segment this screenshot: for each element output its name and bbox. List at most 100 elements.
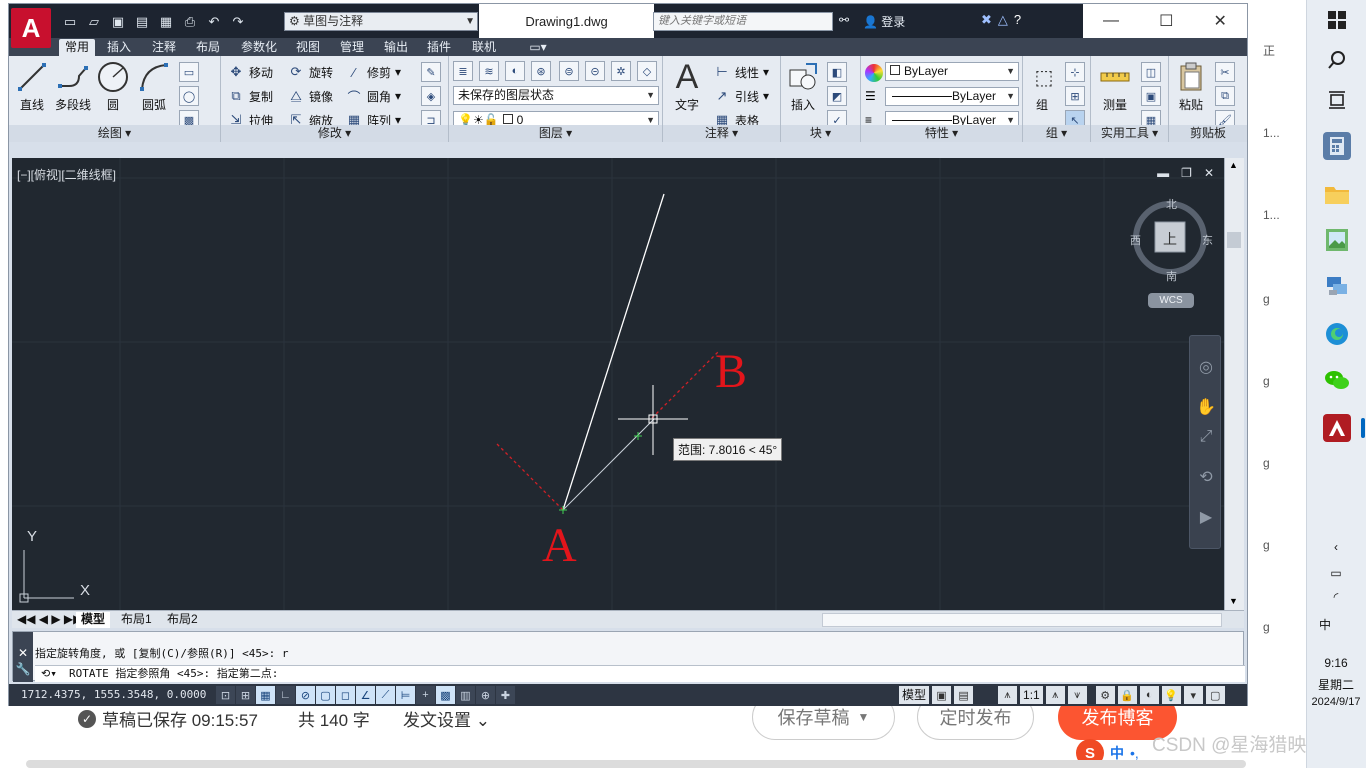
tab-layout1[interactable]: 布局1 [116, 612, 157, 628]
new-file-icon[interactable]: ▭ [59, 12, 81, 32]
close-icon[interactable]: ✕ [1214, 11, 1227, 31]
tab-layout2[interactable]: 布局2 [162, 612, 203, 628]
clean-screen-icon[interactable]: ▢ [1205, 686, 1225, 704]
ortho-mode-icon[interactable]: ∟ [276, 686, 295, 704]
photos-icon[interactable] [1323, 226, 1351, 254]
annotation-scale-value[interactable]: 1:1 [1020, 686, 1043, 704]
viewport-label[interactable]: [−][俯视][二维线框] [17, 166, 116, 183]
color-select[interactable]: ByLayer ▼ [885, 62, 1019, 81]
search-icon[interactable] [1323, 46, 1351, 74]
layer-match-icon[interactable]: ⊛ [531, 61, 551, 81]
cut-icon[interactable]: ✂ [1215, 62, 1235, 82]
login-button[interactable]: 👤 登录 [863, 13, 905, 30]
fillet-button[interactable]: ⌒ 圆角 ▾ [345, 86, 401, 106]
workspace-select[interactable]: ⚙ 草图与注释 ▼ [284, 12, 478, 31]
arc-button[interactable]: 圆弧 [135, 60, 173, 113]
line-button[interactable]: 直线 [13, 60, 51, 113]
redo-icon[interactable]: ↷ [227, 12, 249, 32]
mirror-button[interactable]: ⧋ 镜像 [287, 86, 333, 106]
dynamic-ucs-icon[interactable]: ⟋ [376, 686, 395, 704]
layer-off-icon[interactable]: ◐ [505, 61, 525, 81]
copy-button[interactable]: ⧉ 复制 [227, 86, 273, 106]
orbit-icon[interactable]: ⟲ [1195, 466, 1217, 488]
paste-button[interactable]: 粘贴 [1173, 60, 1209, 113]
trim-button[interactable]: ⁄ 修剪 ▾ [345, 62, 401, 82]
polar-tracking-icon[interactable]: ⊘ [296, 686, 315, 704]
plot-icon[interactable]: ▦ [155, 12, 177, 32]
transparency-icon[interactable]: ▩ [436, 686, 455, 704]
battery-icon[interactable]: ▭ [1306, 566, 1366, 580]
chevron-up-icon[interactable]: ‹ [1306, 540, 1366, 554]
explode-icon[interactable]: ◈ [421, 86, 441, 106]
create-block-icon[interactable]: ◧ [827, 62, 847, 82]
zoom-extents-icon[interactable]: ⤢ [1195, 426, 1217, 448]
command-input[interactable]: ⟲▾ ROTATE 指定参照角 <45>: 指定第二点: [35, 665, 1245, 682]
viewport-close-icon[interactable]: ✕ [1204, 166, 1214, 180]
minimize-icon[interactable]: — [1103, 12, 1119, 30]
scroll-down-icon[interactable]: ▼ [1229, 596, 1238, 606]
steering-wheel-icon[interactable]: ◎ [1195, 356, 1217, 378]
color-wheel-icon[interactable] [865, 64, 883, 82]
panel-block-title[interactable]: 块 ▾ [781, 125, 860, 142]
a360-icon[interactable]: △ [998, 12, 1008, 28]
circle-button[interactable]: 圆 [95, 60, 131, 113]
binoculars-icon[interactable]: ⚯ [839, 13, 849, 27]
application-menu-button[interactable]: A [11, 8, 51, 48]
file-explorer-icon[interactable] [1323, 180, 1351, 208]
polyline-button[interactable]: 多段线 [53, 60, 93, 113]
annotation-visibility-icon[interactable]: ⩚ [1045, 686, 1065, 704]
layer-unisolate-icon[interactable]: ⊝ [585, 61, 605, 81]
clock-time[interactable]: 9:16 [1306, 656, 1366, 670]
compass-east[interactable]: 东 [1202, 232, 1213, 248]
viewport-restore-icon[interactable]: ❐ [1181, 166, 1192, 180]
tab-annotate[interactable]: 注释 [146, 39, 182, 56]
clock-weekday[interactable]: 星期二 [1306, 676, 1366, 693]
status-menu-icon[interactable]: ▾ [1183, 686, 1203, 704]
rotate-button[interactable]: ⟳ 旋转 [287, 62, 333, 82]
command-line-handle[interactable]: ✕ 🔧 [13, 632, 33, 682]
linetype-select[interactable]: ByLayer ▼ [885, 87, 1019, 106]
ime-indicator[interactable]: 中 [1310, 616, 1340, 633]
panel-properties-title[interactable]: 特性 ▾ [861, 125, 1022, 142]
calculator-icon[interactable] [1323, 132, 1351, 160]
text-button[interactable]: A 文字 [667, 58, 707, 113]
linetype-icon[interactable]: ☰ [865, 89, 876, 103]
tab-online[interactable]: 联机 [466, 39, 502, 56]
save-as-icon[interactable]: ▤ [131, 12, 153, 32]
tab-home[interactable]: 常用 [59, 39, 95, 56]
auto-scale-icon[interactable]: ⩛ [1067, 686, 1087, 704]
layer-state-icon[interactable]: ≋ [479, 61, 499, 81]
tab-view[interactable]: 视图 [290, 39, 326, 56]
panel-utilities-title[interactable]: 实用工具 ▾ [1091, 125, 1168, 142]
ribbon-options-icon[interactable]: ▭▾ [523, 39, 553, 56]
leader-button[interactable]: ↗ 引线 ▾ [713, 86, 770, 106]
snap-mode-icon[interactable]: ⊞ [236, 686, 255, 704]
edit-block-icon[interactable]: ◩ [827, 86, 847, 106]
insert-block-button[interactable]: 插入 [785, 60, 821, 113]
move-button[interactable]: ✥ 移动 [227, 62, 273, 82]
copy-clip-icon[interactable]: ⧉ [1215, 86, 1235, 106]
scroll-thumb[interactable] [1227, 232, 1241, 248]
isolate-objects-icon[interactable]: 💡 [1161, 686, 1181, 704]
save-icon[interactable]: ▣ [107, 12, 129, 32]
infer-constraints-icon[interactable]: ⊡ [216, 686, 235, 704]
ime-punct[interactable]: •, [1130, 745, 1139, 761]
page-scrollbar[interactable] [26, 760, 1246, 768]
horizontal-scrollbar[interactable] [822, 613, 1222, 627]
measure-button[interactable]: 测量 [1095, 60, 1135, 113]
vertical-scrollbar[interactable]: ▲ ▼ [1224, 158, 1244, 610]
ungroup-icon[interactable]: ⊹ [1065, 62, 1085, 82]
close-command-icon[interactable]: ✕ [13, 646, 33, 660]
layer-freeze-icon[interactable]: ✲ [611, 61, 631, 81]
lock-ui-icon[interactable]: 🔒 [1117, 686, 1137, 704]
model-space-toggle[interactable]: 模型 [899, 686, 930, 704]
group-edit-icon[interactable]: ⊞ [1065, 86, 1085, 106]
tab-output[interactable]: 输出 [378, 39, 414, 56]
help-icon[interactable]: ? [1014, 12, 1021, 28]
clock-date[interactable]: 2024/9/17 [1306, 696, 1366, 708]
panel-layers-title[interactable]: 图层 ▾ [449, 125, 662, 142]
pan-icon[interactable]: ✋ [1195, 396, 1217, 418]
select-all-icon[interactable]: ▣ [1141, 86, 1161, 106]
erase-icon[interactable]: ✎ [421, 62, 441, 82]
object-snap-tracking-icon[interactable]: ∠ [356, 686, 375, 704]
